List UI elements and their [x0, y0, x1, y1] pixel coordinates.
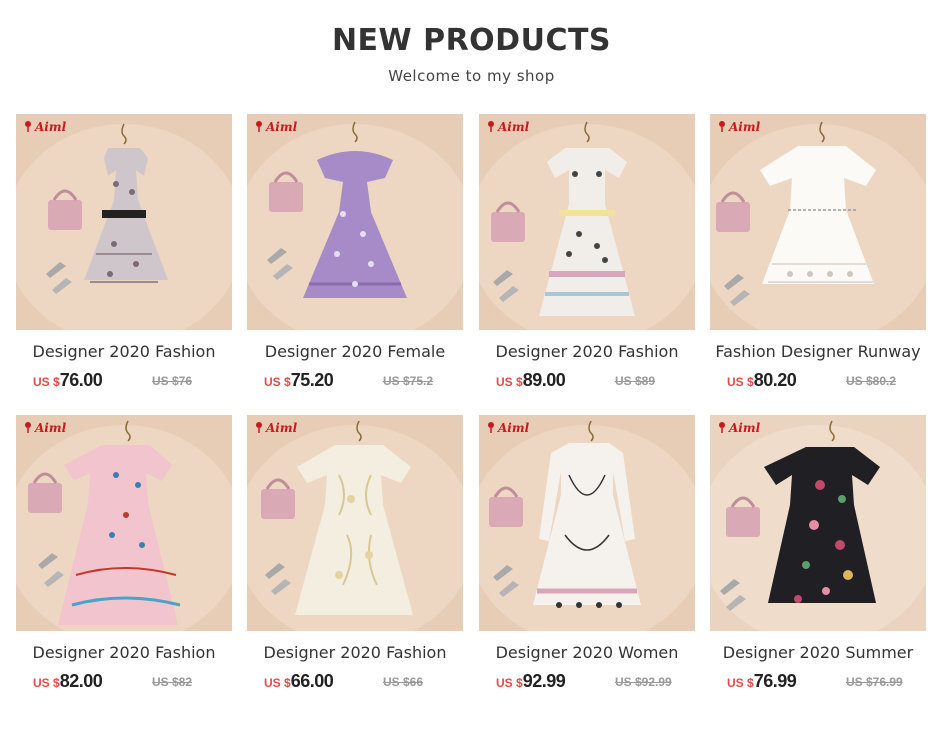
- price-amount: 89.00: [522, 370, 566, 390]
- dress-photo-illustration: [16, 114, 232, 330]
- product-image[interactable]: Aiml: [710, 415, 926, 631]
- price-row: US $76.99 US $76.99: [710, 671, 926, 695]
- brand-logo: Aiml: [253, 420, 297, 435]
- current-price: US $66.00: [264, 671, 334, 692]
- brand-logo: Aiml: [485, 420, 529, 435]
- brand-logo: Aiml: [716, 119, 760, 134]
- flower-logo-icon: [22, 421, 34, 433]
- flower-logo-icon: [253, 120, 265, 132]
- product-card[interactable]: Aiml Designer 2020 Female US $75.20 US $…: [247, 114, 463, 394]
- dress-photo-illustration: [479, 415, 695, 631]
- currency-label: US $: [33, 375, 60, 389]
- price-amount: 92.99: [522, 671, 566, 691]
- product-card[interactable]: Aiml Designer 2020 Summer US $76.99 US $…: [710, 415, 926, 695]
- product-name-link[interactable]: Designer 2020 Fashion: [247, 643, 463, 663]
- product-name-link[interactable]: Designer 2020 Female: [247, 342, 463, 362]
- old-price: US $75.2: [383, 374, 434, 388]
- old-price: US $82: [152, 675, 193, 689]
- product-name-link[interactable]: Designer 2020 Summer: [710, 643, 926, 663]
- product-name-link[interactable]: Designer 2020 Women: [479, 643, 695, 663]
- brand-logo: Aiml: [22, 119, 66, 134]
- dress-photo-illustration: [479, 114, 695, 330]
- price-row: US $75.20 US $75.2: [247, 370, 463, 394]
- old-price: US $76.99: [846, 675, 903, 689]
- section-header: NEW PRODUCTS Welcome to my shop: [0, 22, 943, 86]
- price-amount: 66.00: [290, 671, 334, 691]
- flower-logo-icon: [485, 421, 497, 433]
- product-card[interactable]: Aiml Designer 2020 Fashion US $66.00 US …: [247, 415, 463, 695]
- product-image[interactable]: Aiml: [247, 114, 463, 330]
- brand-logo: Aiml: [22, 420, 66, 435]
- currency-label: US $: [727, 676, 754, 690]
- price-row: US $82.00 US $82: [16, 671, 232, 695]
- product-card[interactable]: Aiml Designer 2020 Fashion US $89.00 US …: [479, 114, 695, 394]
- dress-photo-illustration: [247, 114, 463, 330]
- price-row: US $76.00 US $76: [16, 370, 232, 394]
- old-price: US $76: [152, 374, 193, 388]
- product-image[interactable]: Aiml: [16, 415, 232, 631]
- old-price: US $80.2: [846, 374, 897, 388]
- brand-logo-text: Aiml: [266, 421, 298, 435]
- current-price: US $92.99: [496, 671, 566, 692]
- brand-logo-text: Aiml: [729, 120, 761, 134]
- brand-logo: Aiml: [716, 420, 760, 435]
- current-price: US $82.00: [33, 671, 103, 692]
- dress-photo-illustration: [247, 415, 463, 631]
- currency-label: US $: [33, 676, 60, 690]
- product-name-link[interactable]: Fashion Designer Runway: [710, 342, 926, 362]
- flower-logo-icon: [22, 120, 34, 132]
- old-price: US $92.99: [615, 675, 672, 689]
- price-amount: 80.20: [753, 370, 797, 390]
- price-row: US $80.20 US $80.2: [710, 370, 926, 394]
- section-subtitle: Welcome to my shop: [388, 67, 555, 85]
- dress-photo-illustration: [710, 415, 926, 631]
- current-price: US $76.00: [33, 370, 103, 391]
- brand-logo-text: Aiml: [35, 120, 67, 134]
- current-price: US $75.20: [264, 370, 334, 391]
- current-price: US $89.00: [496, 370, 566, 391]
- brand-logo-text: Aiml: [35, 421, 67, 435]
- old-price: US $89: [615, 374, 656, 388]
- brand-logo-text: Aiml: [498, 120, 530, 134]
- brand-logo: Aiml: [253, 119, 297, 134]
- brand-logo: Aiml: [485, 119, 529, 134]
- product-image[interactable]: Aiml: [479, 415, 695, 631]
- flower-logo-icon: [716, 421, 728, 433]
- brand-logo-text: Aiml: [729, 421, 761, 435]
- product-name-link[interactable]: Designer 2020 Fashion: [479, 342, 695, 362]
- flower-logo-icon: [485, 120, 497, 132]
- product-name-link[interactable]: Designer 2020 Fashion: [16, 643, 232, 663]
- brand-logo-text: Aiml: [498, 421, 530, 435]
- current-price: US $76.99: [727, 671, 797, 692]
- currency-label: US $: [264, 375, 291, 389]
- section-title: NEW PRODUCTS: [331, 23, 612, 58]
- product-card[interactable]: Aiml Fashion Designer Runway US $80.20 U…: [710, 114, 926, 394]
- currency-label: US $: [727, 375, 754, 389]
- flower-logo-icon: [716, 120, 728, 132]
- product-image[interactable]: Aiml: [710, 114, 926, 330]
- currency-label: US $: [264, 676, 291, 690]
- product-card[interactable]: Aiml Designer 2020 Fashion US $76.00 US …: [16, 114, 232, 394]
- brand-logo-text: Aiml: [266, 120, 298, 134]
- price-amount: 76.00: [59, 370, 103, 390]
- product-card[interactable]: Aiml Designer 2020 Women US $92.99 US $9…: [479, 415, 695, 695]
- currency-label: US $: [496, 375, 523, 389]
- price-row: US $66.00 US $66: [247, 671, 463, 695]
- product-image[interactable]: Aiml: [16, 114, 232, 330]
- price-amount: 82.00: [59, 671, 103, 691]
- old-price: US $66: [383, 675, 424, 689]
- price-amount: 76.99: [753, 671, 797, 691]
- product-image[interactable]: Aiml: [247, 415, 463, 631]
- product-card[interactable]: Aiml Designer 2020 Fashion US $82.00 US …: [16, 415, 232, 695]
- price-amount: 75.20: [290, 370, 334, 390]
- dress-photo-illustration: [710, 114, 926, 330]
- product-name-link[interactable]: Designer 2020 Fashion: [16, 342, 232, 362]
- flower-logo-icon: [253, 421, 265, 433]
- price-row: US $92.99 US $92.99: [479, 671, 695, 695]
- dress-photo-illustration: [16, 415, 232, 631]
- currency-label: US $: [496, 676, 523, 690]
- current-price: US $80.20: [727, 370, 797, 391]
- product-image[interactable]: Aiml: [479, 114, 695, 330]
- price-row: US $89.00 US $89: [479, 370, 695, 394]
